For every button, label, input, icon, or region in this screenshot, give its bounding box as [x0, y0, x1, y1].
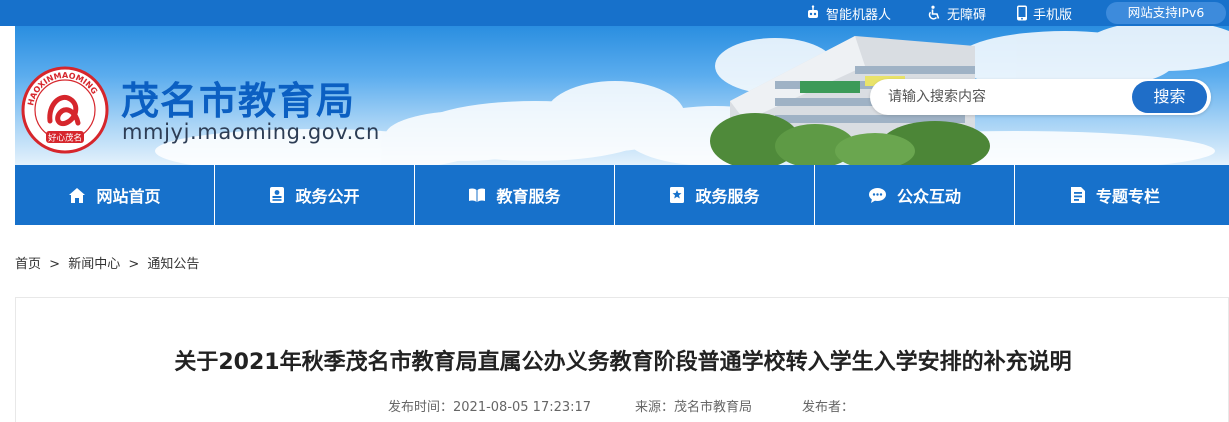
star-bookmark-icon: [670, 187, 685, 203]
nav-label: 教育服务: [496, 187, 561, 206]
mobile-phone-icon: [1017, 5, 1027, 21]
book-icon: [469, 188, 486, 202]
search-input[interactable]: [888, 79, 1128, 115]
article-panel: 关于2021年秋季茂名市教育局直属公办义务教育阶段普通学校转入学生入学安排的补充…: [15, 297, 1229, 422]
main-navigation: 网站首页 政务公开 教育服务 政务服务 公众互动 专题专栏: [15, 165, 1229, 225]
breadcrumb-separator: >: [49, 257, 61, 272]
breadcrumb-separator: >: [128, 257, 140, 272]
nav-item-home[interactable]: 网站首页: [15, 165, 215, 225]
accessibility-label: 无障碍: [947, 7, 987, 23]
nav-item-special-topics[interactable]: 专题专栏: [1015, 165, 1215, 225]
search-box: 搜索: [870, 79, 1211, 115]
logo-caption: 好心茂名: [48, 133, 82, 144]
site-url: mmjyj.maoming.gov.cn: [122, 120, 380, 144]
home-icon: [69, 187, 86, 203]
nav-label: 网站首页: [96, 187, 161, 206]
article-publisher: 发布者：: [802, 400, 855, 415]
top-utility-bar: 智能机器人 无障碍 手机版 网站支持IPv6: [0, 0, 1229, 26]
article-title: 关于2021年秋季茂名市教育局直属公办义务教育阶段普通学校转入学生入学安排的补充…: [174, 350, 1072, 375]
ipv6-badge: 网站支持IPv6: [1106, 2, 1226, 24]
nav-label: 公众互动: [896, 187, 961, 206]
search-button[interactable]: 搜索: [1132, 81, 1207, 113]
nav-item-public-interaction[interactable]: 公众互动: [815, 165, 1015, 225]
nav-label: 政务公开: [295, 187, 360, 206]
chat-icon: [868, 187, 886, 203]
mobile-version-label: 手机版: [1033, 7, 1073, 23]
accessibility-link[interactable]: 无障碍: [926, 0, 986, 26]
breadcrumb: 首页 > 新闻中心 > 通知公告: [15, 253, 199, 272]
nav-item-government-affairs[interactable]: 政务公开: [215, 165, 415, 225]
breadcrumb-news-center[interactable]: 新闻中心: [68, 257, 120, 272]
mobile-version-link[interactable]: 手机版: [1016, 0, 1072, 26]
nav-label: 专题专栏: [1095, 187, 1160, 206]
breadcrumb-notices[interactable]: 通知公告: [147, 257, 199, 272]
site-title[interactable]: 茂名市教育局: [121, 70, 355, 125]
header-banner: HAOXINMAOMING 好心茂名 茂名市教育局 mmjyj.maoming.…: [15, 26, 1229, 166]
robot-label: 智能机器人: [826, 7, 892, 23]
article-source: 来源：茂名市教育局: [635, 400, 753, 415]
nav-item-education-services[interactable]: 教育服务: [415, 165, 615, 225]
nav-label: 政务服务: [695, 187, 760, 206]
nav-item-government-services[interactable]: 政务服务: [615, 165, 815, 225]
breadcrumb-home[interactable]: 首页: [15, 257, 41, 272]
document-icon: [1070, 187, 1085, 203]
publish-time: 发布时间：2021-08-05 17:23:17: [388, 400, 592, 415]
robot-icon: [808, 5, 818, 18]
id-card-icon: [270, 187, 285, 203]
robot-link[interactable]: 智能机器人: [805, 0, 891, 26]
wheelchair-icon: [928, 5, 940, 20]
site-logo: HAOXINMAOMING 好心茂名: [21, 66, 109, 154]
